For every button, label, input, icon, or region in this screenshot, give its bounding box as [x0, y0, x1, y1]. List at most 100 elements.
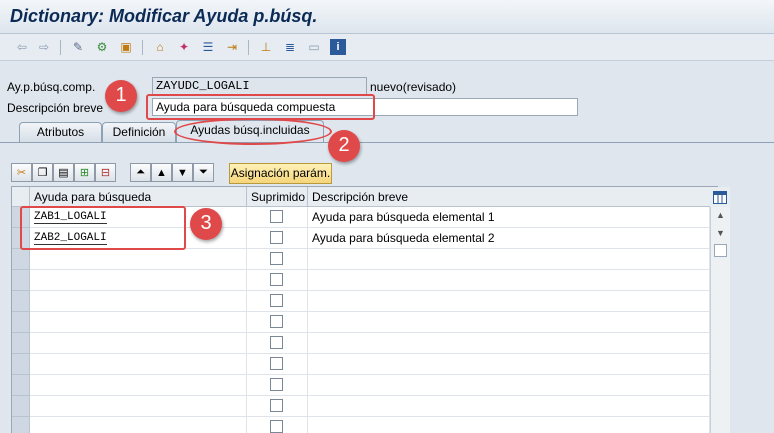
description-cell: [308, 270, 710, 291]
comp-help-field: ZAYUDC_LOGALI: [152, 77, 367, 95]
next-page-icon[interactable]: ▼: [172, 163, 193, 182]
row-selector[interactable]: [12, 312, 30, 333]
align-icon[interactable]: ≣: [282, 39, 298, 55]
suppressed-checkbox[interactable]: [270, 273, 283, 286]
vertical-scrollbar[interactable]: ▲ ▼: [710, 207, 730, 433]
other-object-icon[interactable]: ⚙: [94, 39, 110, 55]
suppressed-cell: [247, 249, 308, 270]
select-all-cell[interactable]: [12, 187, 30, 207]
help-name-cell[interactable]: [30, 354, 247, 375]
suppressed-cell: [247, 228, 308, 249]
col-ayuda[interactable]: Ayuda para búsqueda: [30, 187, 247, 207]
help-name-cell[interactable]: [30, 396, 247, 417]
window-title: Dictionary: Modificar Ayuda p.búsq.: [10, 6, 318, 26]
suppressed-cell: [247, 333, 308, 354]
scroll-down-icon[interactable]: ▼: [716, 228, 725, 238]
suppressed-checkbox[interactable]: [270, 399, 283, 412]
activate-icon[interactable]: ▣: [118, 39, 134, 55]
description-cell: [308, 249, 710, 270]
description-cell: Ayuda para búsqueda elemental 1: [308, 207, 710, 228]
tab-strip-line: [0, 142, 774, 143]
column-config-icon[interactable]: [710, 187, 730, 207]
object-list-icon[interactable]: ☰: [200, 39, 216, 55]
back-arrow-icon[interactable]: ⇦: [14, 39, 30, 55]
paste-icon[interactable]: ▤: [53, 163, 74, 182]
toolbar-separator: [142, 40, 143, 55]
where-used-icon[interactable]: ⌂: [152, 39, 168, 55]
assign-params-button[interactable]: Asignación parám.: [229, 163, 332, 184]
suppressed-checkbox[interactable]: [270, 231, 283, 244]
suppressed-cell: [247, 375, 308, 396]
hierarchy-icon[interactable]: ⊥: [258, 39, 274, 55]
row-selector[interactable]: [12, 417, 30, 433]
cut-icon[interactable]: ✂: [11, 163, 32, 182]
suppressed-checkbox[interactable]: [270, 378, 283, 391]
help-name-cell[interactable]: [30, 270, 247, 291]
help-name-cell[interactable]: [30, 417, 247, 433]
forward-arrow-icon[interactable]: ⇨: [36, 39, 52, 55]
description-cell: [308, 333, 710, 354]
copy-icon[interactable]: ❐: [32, 163, 53, 182]
suppressed-checkbox[interactable]: [270, 420, 283, 433]
toolbar-separator: [60, 40, 61, 55]
row-selector[interactable]: [12, 354, 30, 375]
magic-wand-icon[interactable]: ✦: [176, 39, 192, 55]
row-selector[interactable]: [12, 249, 30, 270]
row-selector[interactable]: [12, 396, 30, 417]
col-descripcion[interactable]: Descripción breve: [308, 187, 710, 207]
help-name-cell[interactable]: [30, 291, 247, 312]
suppressed-checkbox[interactable]: [270, 294, 283, 307]
suppressed-cell: [247, 312, 308, 333]
prev-page-icon[interactable]: ▲: [151, 163, 172, 182]
scroll-up-icon[interactable]: ▲: [716, 210, 725, 220]
annotation-badge-2: 2: [328, 130, 360, 162]
comp-help-label: Ay.p.búsq.comp.: [7, 80, 96, 94]
suppressed-cell: [247, 207, 308, 228]
description-cell: [308, 396, 710, 417]
row-selector[interactable]: [12, 291, 30, 312]
row-selector[interactable]: [12, 333, 30, 354]
suppressed-checkbox[interactable]: [270, 210, 283, 223]
suppressed-cell: [247, 417, 308, 433]
toolbar-separator: [248, 40, 249, 55]
description-cell: Ayuda para búsqueda elemental 2: [308, 228, 710, 249]
description-cell: [308, 312, 710, 333]
table-header: Ayuda para búsqueda Suprimido Descripció…: [12, 187, 717, 207]
display-change-icon[interactable]: ✎: [70, 39, 86, 55]
suppressed-cell: [247, 354, 308, 375]
info-icon[interactable]: i: [330, 39, 346, 55]
highlight-tab-ellipse: [174, 118, 332, 145]
row-selector[interactable]: [12, 375, 30, 396]
help-name-cell[interactable]: [30, 375, 247, 396]
scroll-thumb[interactable]: [714, 244, 727, 257]
suppressed-cell: [247, 291, 308, 312]
suppressed-checkbox[interactable]: [270, 357, 283, 370]
title-bar: Dictionary: Modificar Ayuda p.búsq.: [0, 0, 774, 34]
help-name-cell[interactable]: [30, 249, 247, 270]
description-cell: [308, 417, 710, 433]
suppressed-cell: [247, 396, 308, 417]
first-page-icon[interactable]: ⏶: [130, 163, 151, 182]
description-cell: [308, 354, 710, 375]
suppressed-checkbox[interactable]: [270, 315, 283, 328]
col-suprimido[interactable]: Suprimido: [247, 187, 308, 207]
highlight-help-rows: [20, 206, 186, 250]
suppressed-checkbox[interactable]: [270, 252, 283, 265]
highlight-short-desc: [146, 94, 375, 120]
layout-icon[interactable]: ▭: [306, 39, 322, 55]
navigation-icon[interactable]: ⇥: [224, 39, 240, 55]
description-cell: [308, 291, 710, 312]
description-cell: [308, 375, 710, 396]
delete-row-icon[interactable]: ⊟: [95, 163, 116, 182]
annotation-badge-3: 3: [190, 208, 222, 240]
last-page-icon[interactable]: ⏷: [193, 163, 214, 182]
tab-definicion[interactable]: Definición: [102, 122, 176, 142]
row-selector[interactable]: [12, 270, 30, 291]
help-name-cell[interactable]: [30, 333, 247, 354]
help-name-cell[interactable]: [30, 312, 247, 333]
status-text: nuevo(revisado): [370, 80, 457, 94]
suppressed-cell: [247, 270, 308, 291]
insert-row-icon[interactable]: ⊞: [74, 163, 95, 182]
suppressed-checkbox[interactable]: [270, 336, 283, 349]
tab-atributos[interactable]: Atributos: [19, 122, 102, 142]
